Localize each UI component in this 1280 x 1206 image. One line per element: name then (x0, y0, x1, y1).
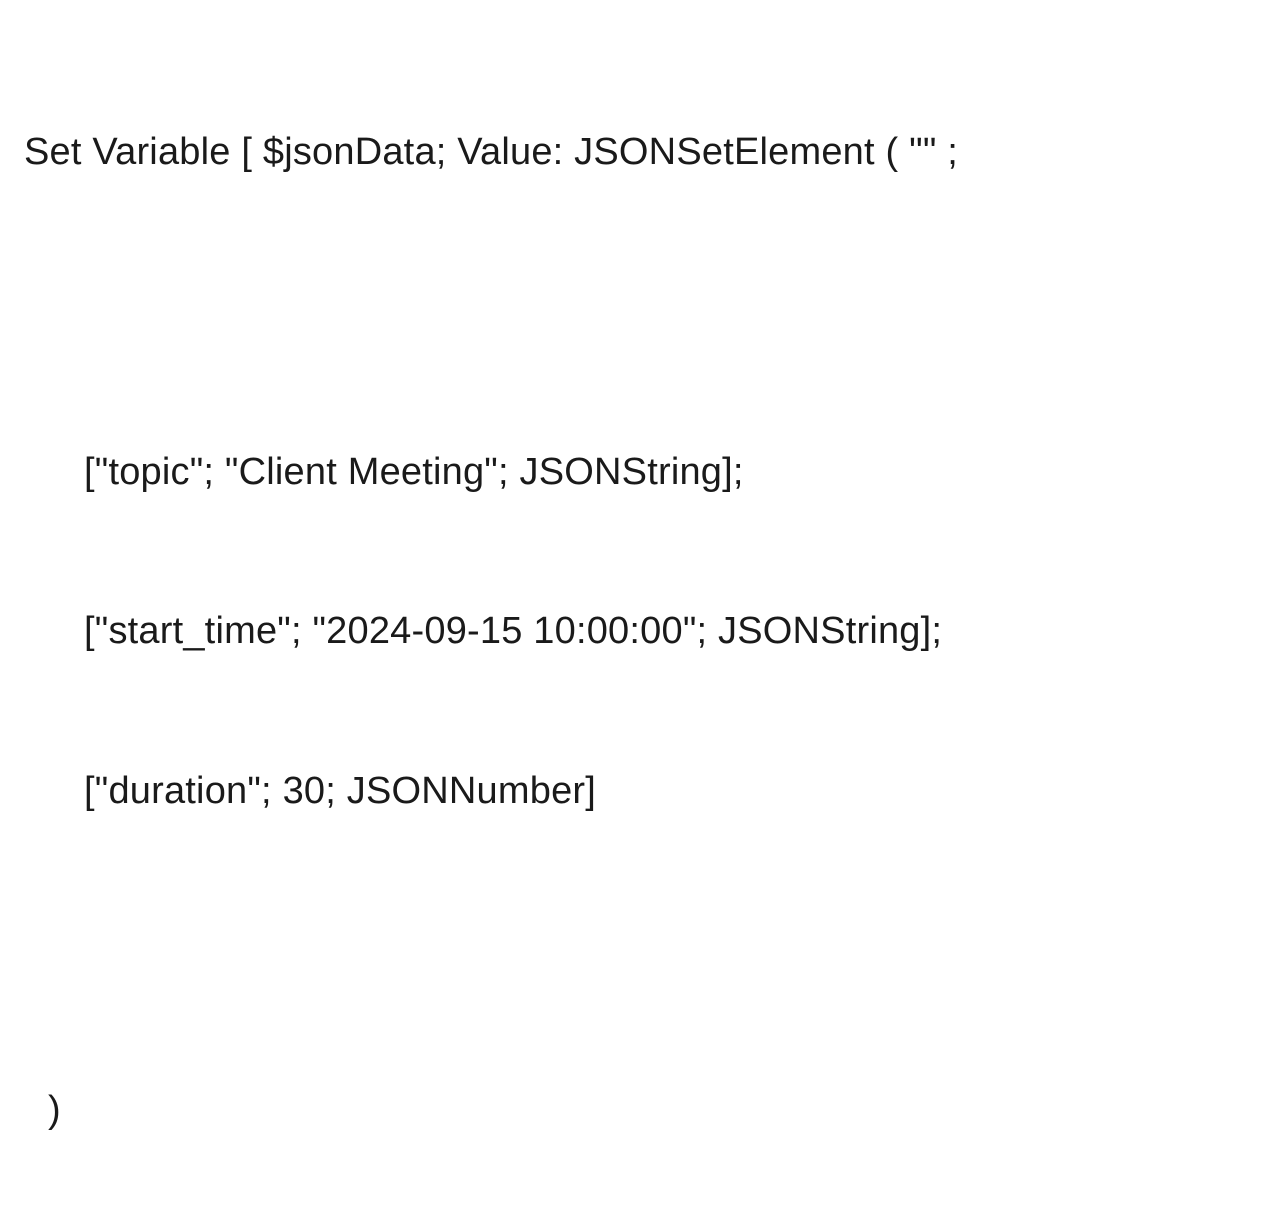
code-line-5: ) (24, 1084, 1256, 1137)
code-line-4: ["duration"; 30; JSONNumber] (24, 765, 1256, 818)
blank-line (24, 286, 1256, 339)
code-line-2: ["topic"; "Client Meeting"; JSONString]; (24, 446, 1256, 499)
code-block: Set Variable [ $jsonData; Value: JSONSet… (24, 20, 1256, 1206)
code-line-3: ["start_time"; "2024-09-15 10:00:00"; JS… (24, 605, 1256, 658)
blank-line (24, 924, 1256, 977)
code-line-1: Set Variable [ $jsonData; Value: JSONSet… (24, 126, 1256, 179)
